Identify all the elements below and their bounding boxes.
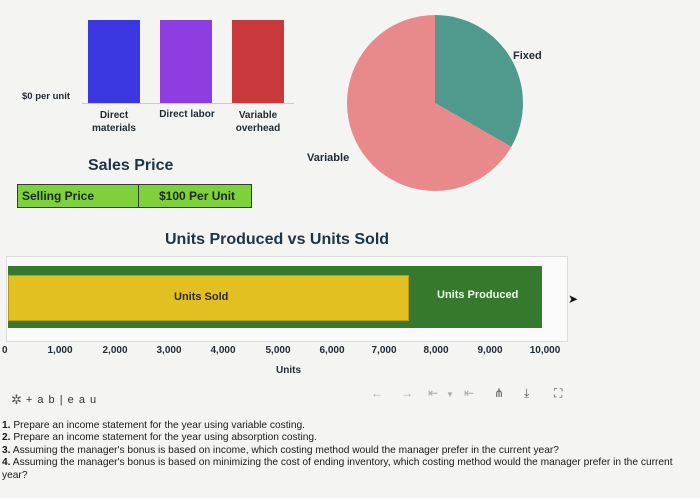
selling-price-label: Selling Price xyxy=(18,185,139,207)
question-item: 1. Prepare an income statement for the y… xyxy=(2,420,305,431)
sales-price-title: Sales Price xyxy=(88,157,174,174)
redo-icon[interactable]: → xyxy=(401,386,413,400)
tableau-brand: + a b | e a u xyxy=(25,394,98,406)
fullscreen-icon[interactable]: ⛶ xyxy=(554,386,562,401)
share-icon[interactable]: ⋔ xyxy=(494,386,504,400)
x-tick-label: 2,000 xyxy=(102,345,128,356)
undo-icon[interactable]: ← xyxy=(371,386,383,400)
x-axis-label: Units xyxy=(276,365,301,376)
units-produced-label: Units Produced xyxy=(437,289,519,301)
x-tick-label: 8,000 xyxy=(423,345,449,356)
x-tick-label: 5,000 xyxy=(265,345,291,356)
mouse-cursor-icon: ➤ xyxy=(568,292,579,306)
dropdown-icon[interactable]: ▼ xyxy=(446,390,454,399)
tableau-logo[interactable]: ✲ + a b | e a u xyxy=(11,392,97,408)
x-tick-label: 0 xyxy=(2,345,8,356)
units-sold-label: Units Sold xyxy=(174,291,229,303)
x-tick-label: 6,000 xyxy=(319,345,345,356)
pie-label-fixed: Fixed xyxy=(513,50,542,62)
x-tick-label: 3,000 xyxy=(156,345,182,356)
pie-label-variable: Variable xyxy=(307,152,350,164)
selling-price-box: Selling Price $100 Per Unit xyxy=(17,184,252,208)
question-item: 2. Prepare an income statement for the y… xyxy=(2,432,317,444)
x-tick-label: 1,000 xyxy=(47,345,73,356)
revert-icon[interactable]: ⇤ xyxy=(428,386,438,400)
units-chart-title: Units Produced vs Units Sold xyxy=(165,231,390,248)
x-tick-label: 7,000 xyxy=(371,345,397,356)
tableau-logo-icon: ✲ xyxy=(11,392,22,407)
x-tick-label: 10,000 xyxy=(529,345,561,356)
x-tick-label: 9,000 xyxy=(477,345,503,356)
question-item: 4. Assuming the manager's bonus is based… xyxy=(2,457,673,481)
reset-icon[interactable]: ⇤ xyxy=(464,386,474,400)
question-list: 1. Prepare an income statement for the y… xyxy=(2,420,698,482)
selling-price-value: $100 Per Unit xyxy=(159,189,236,203)
download-icon[interactable]: ⤓ xyxy=(524,386,529,401)
question-item: 3. Assuming the manager's bonus is based… xyxy=(2,444,559,456)
x-tick-label: 4,000 xyxy=(210,345,236,356)
